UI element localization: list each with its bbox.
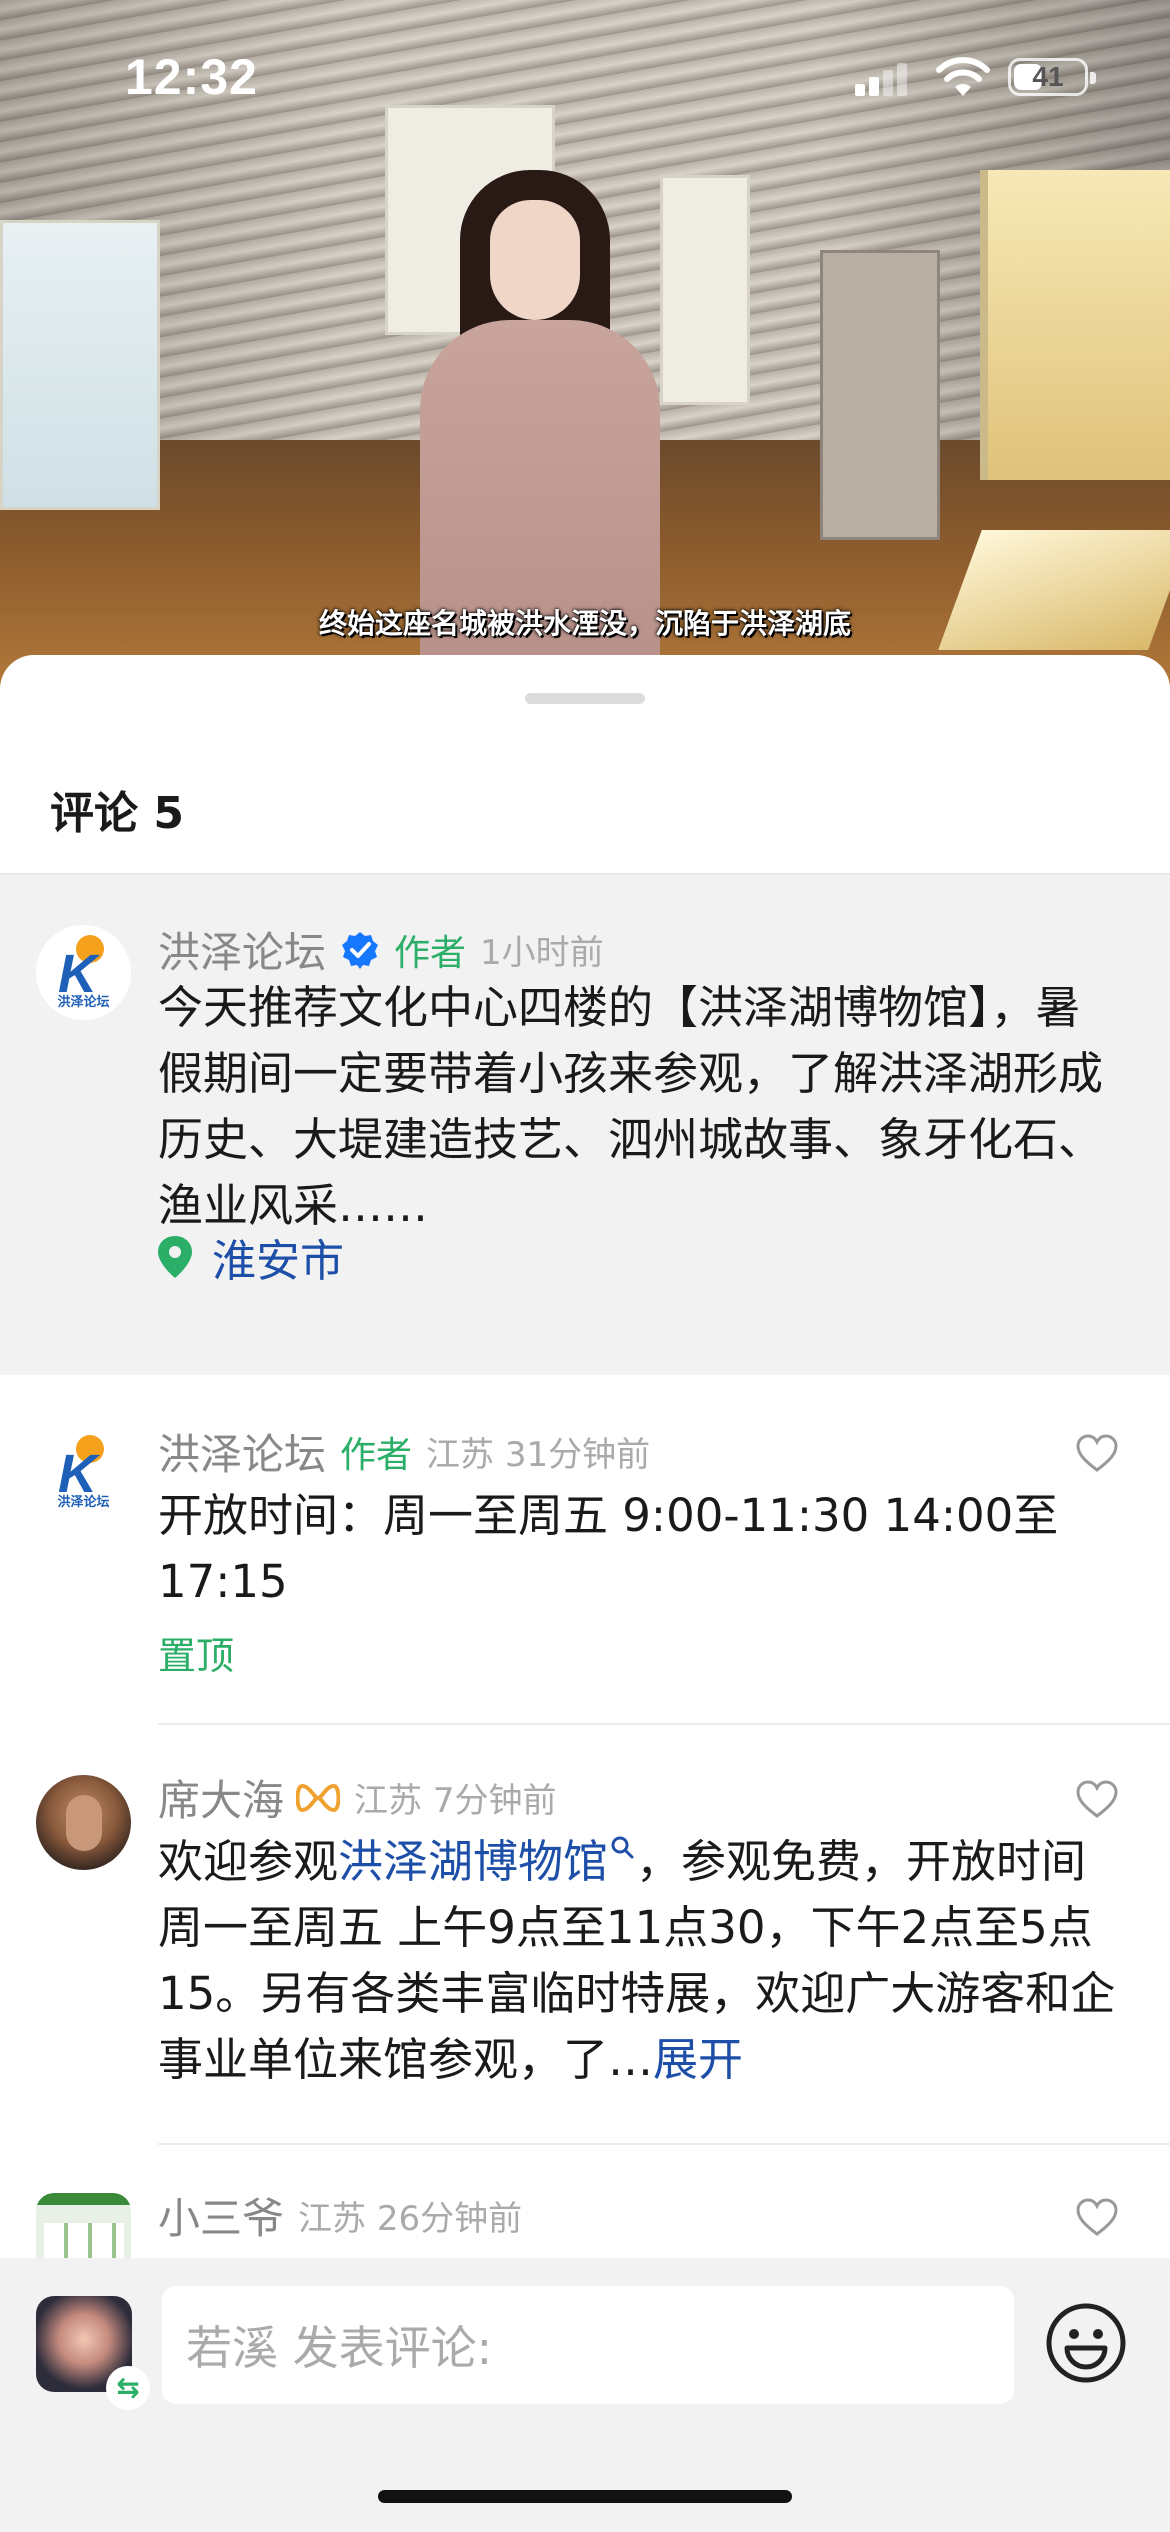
avatar[interactable]: K 洪泽论坛 <box>36 925 131 1020</box>
comments-sheet: 评论 5 K 洪泽论坛 洪泽论坛 作者 1小时前 今天推荐文化中心四楼的【洪泽湖… <box>0 655 1170 2532</box>
cellular-signal-icon <box>855 62 913 96</box>
author-tag: 作者 <box>394 932 467 974</box>
like-heart-icon[interactable] <box>1075 2197 1119 2237</box>
emoji-icon[interactable] <box>1045 2302 1127 2384</box>
search-icon <box>611 1836 634 1859</box>
status-bar: 12:32 41 <box>0 0 1170 150</box>
divider <box>158 2143 1170 2145</box>
video-door <box>820 250 940 540</box>
comment-text: 欢迎参观洪泽湖博物馆 ，参观免费，开放时间周一至周五 上午9点至11点30，下午2… <box>158 1835 1116 2086</box>
verified-badge-icon <box>342 931 379 969</box>
comment-header: 席大海 江苏 7分钟前 <box>158 1767 556 1828</box>
location-tag[interactable]: 淮安市 <box>158 1225 344 1289</box>
home-indicator[interactable] <box>378 2490 792 2503</box>
sheet-drag-handle[interactable] <box>525 693 645 704</box>
comment-header: 洪泽论坛 作者 1小时前 <box>158 919 604 980</box>
comment-header: 洪泽论坛 作者 江苏 31分钟前 <box>158 1421 650 1482</box>
switch-account-icon[interactable]: ⇆ <box>106 2366 150 2410</box>
comment-location-time: 江苏 26分钟前 <box>298 2199 523 2239</box>
comment-author-name[interactable]: 洪泽论坛 <box>158 1421 326 1482</box>
divider <box>158 1723 1170 1725</box>
author-tag: 作者 <box>340 1434 413 1476</box>
video-subtitle: 终始这座名城被洪水湮没，沉陷于洪泽湖底 <box>318 607 851 640</box>
status-time: 12:32 <box>125 49 258 105</box>
expand-button[interactable]: 展开 <box>653 2033 743 2086</box>
comment-location-time: 江苏 7分钟前 <box>354 1781 557 1821</box>
comment-text: 今天推荐文化中心四楼的【洪泽湖博物馆】，暑假期间一定要带着小孩来参观，了解洪泽湖… <box>158 981 1104 1232</box>
author-post[interactable]: K 洪泽论坛 洪泽论坛 作者 1小时前 今天推荐文化中心四楼的【洪泽湖博物馆】，… <box>0 875 1170 1375</box>
comment-text: 开放时间：周一至周五 9:00-11:30 14:00至17:15 <box>158 1489 1059 1608</box>
vip-badge-icon <box>296 1783 341 1812</box>
video-display-case <box>980 170 1170 480</box>
comment-author-name[interactable]: 席大海 <box>158 1767 284 1828</box>
battery-icon: 41 <box>1008 58 1096 96</box>
location-pin-icon <box>158 1236 192 1278</box>
video-exhibit-panel <box>0 220 160 510</box>
comment-input[interactable]: 若溪 发表评论: <box>162 2286 1014 2404</box>
wifi-icon <box>936 57 990 96</box>
comments-title: 评论 5 <box>50 788 184 839</box>
comment-author-name[interactable]: 小三爷 <box>158 2185 284 2246</box>
pinned-label: 置顶 <box>158 1634 235 1678</box>
comment-location-time: 江苏 31分钟前 <box>426 1435 651 1475</box>
comment-header: 小三爷 江苏 26分钟前 <box>158 2185 522 2246</box>
comment-author-name[interactable]: 洪泽论坛 <box>158 919 326 980</box>
comment-time: 1小时前 <box>480 933 604 973</box>
battery-level: 41 <box>1032 61 1064 92</box>
avatar[interactable]: K 洪泽论坛 <box>36 1425 131 1520</box>
location-text: 淮安市 <box>212 1236 344 1287</box>
avatar[interactable] <box>36 1775 131 1870</box>
like-heart-icon[interactable] <box>1075 1779 1119 1819</box>
museum-link[interactable]: 洪泽湖博物馆 <box>338 1835 636 1888</box>
like-heart-icon[interactable] <box>1075 1433 1119 1473</box>
